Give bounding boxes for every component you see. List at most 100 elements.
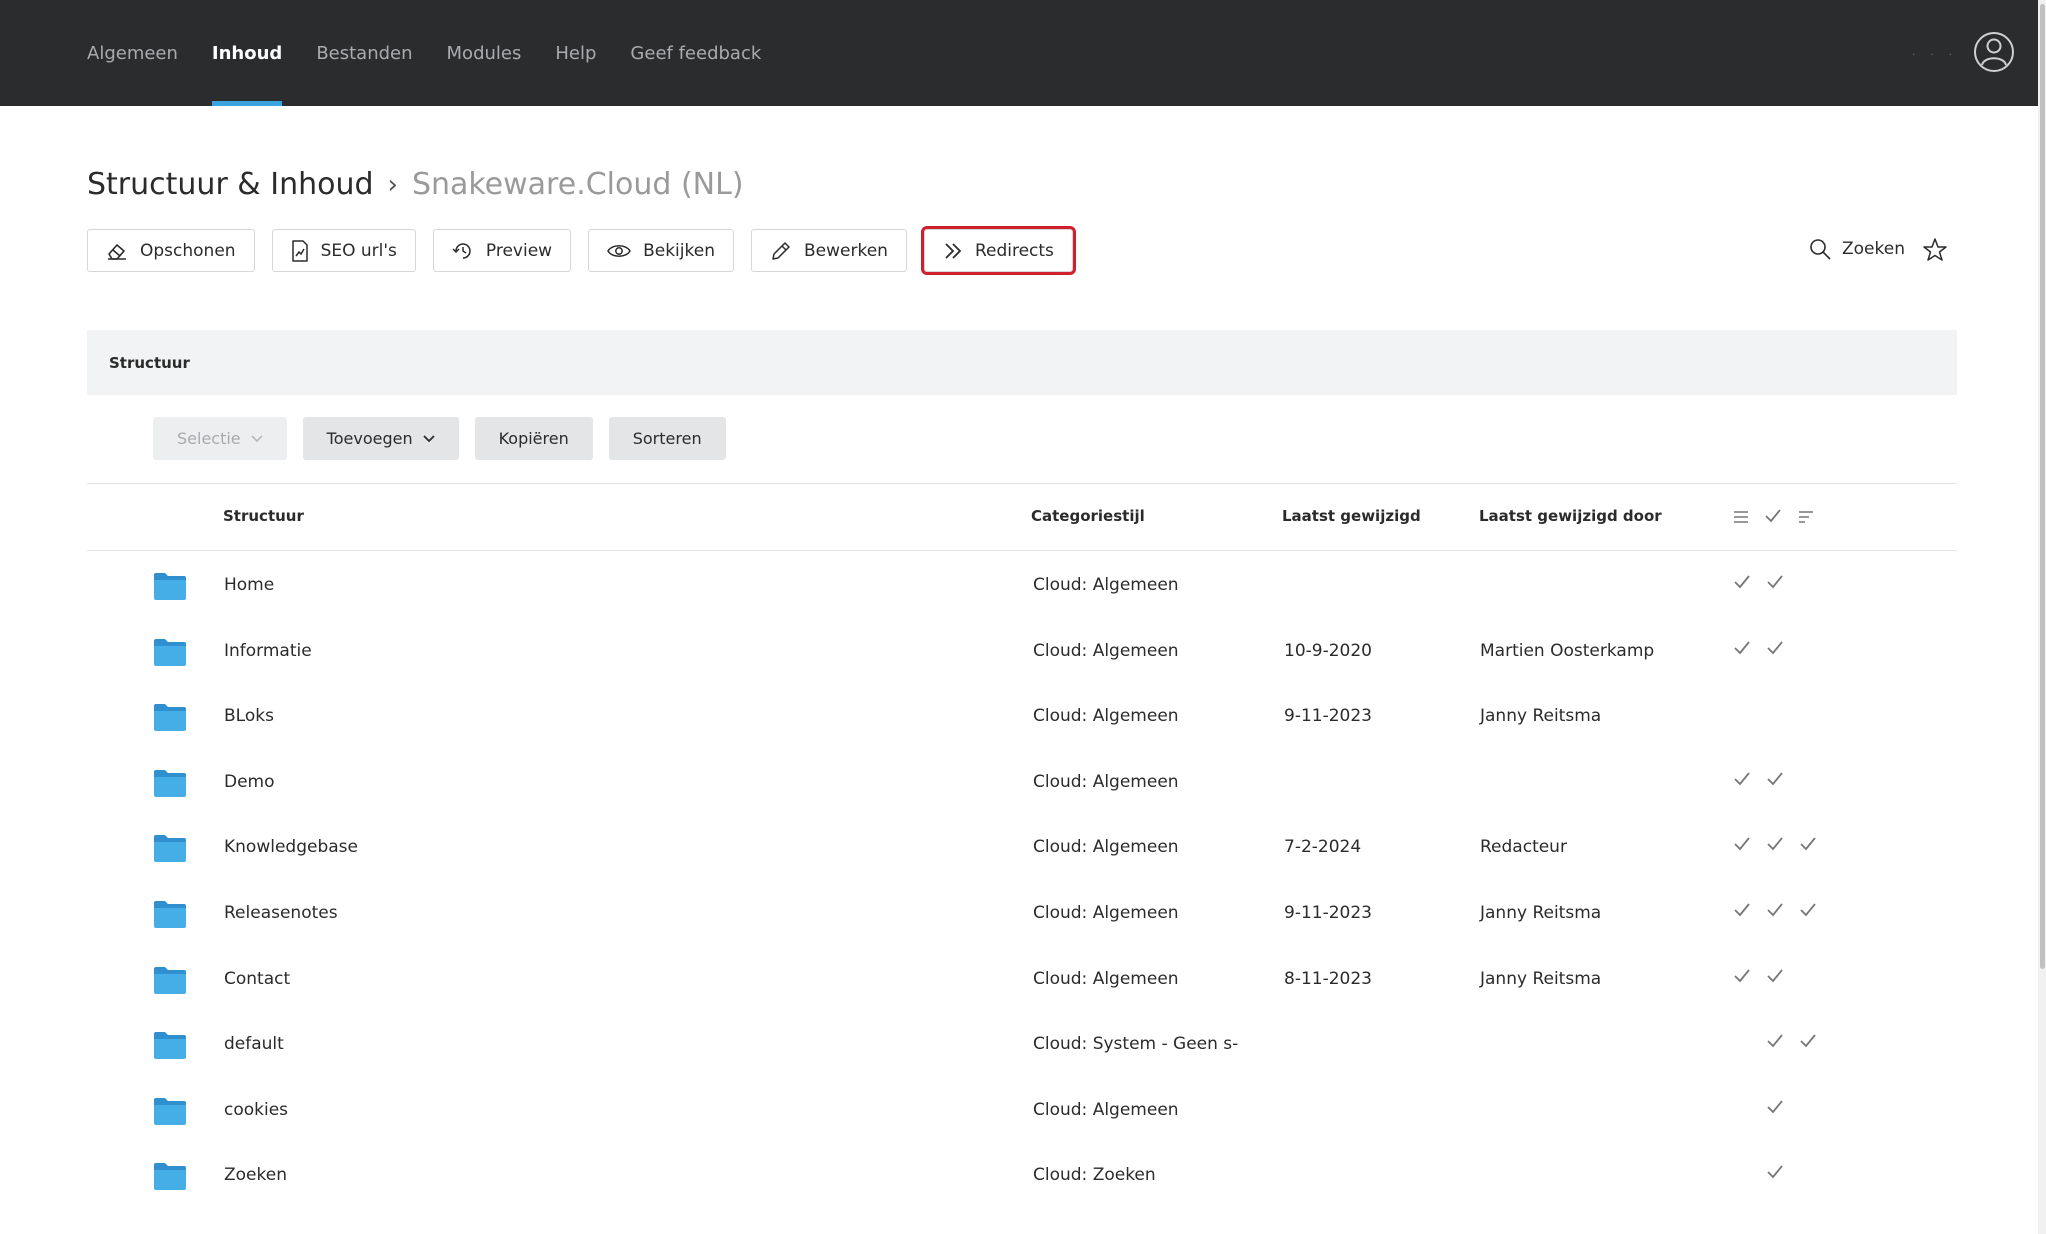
row-category-style: Cloud: Algemeen — [1033, 640, 1179, 661]
page-scrollbar[interactable] — [2038, 0, 2046, 1234]
sorteren-label: Sorteren — [632, 429, 702, 448]
search-button[interactable]: Zoeken — [1808, 237, 1905, 261]
page-title-main: Structuur & Inhoud — [87, 167, 374, 202]
row-name[interactable]: Demo — [224, 749, 275, 815]
row-category-style: Cloud: Algemeen — [1033, 771, 1179, 792]
nav-item-geef-feedback[interactable]: Geef feedback — [630, 0, 761, 106]
row-name[interactable]: Home — [224, 552, 274, 618]
row-category-style: Cloud: Zoeken — [1033, 1165, 1156, 1186]
structure-actions: Selectie Toevoegen Kopiëren Sorteren — [153, 417, 742, 460]
row-name[interactable]: default — [224, 1011, 284, 1077]
table-row[interactable]: cookies Cloud: Algemeen — [87, 1077, 1957, 1143]
bewerken-button[interactable]: Bewerken — [750, 229, 907, 272]
row-last-modified: 9-11-2023 — [1284, 903, 1372, 923]
toevoegen-dropdown[interactable]: Toevoegen — [302, 417, 459, 460]
pencil-icon — [772, 241, 790, 260]
double-chevron-right-icon — [945, 242, 962, 259]
preview-button[interactable]: Preview — [432, 229, 572, 272]
eraser-icon — [108, 243, 126, 260]
table-row[interactable]: BLoks Cloud: Algemeen 9-11-2023 Janny Reits… — [87, 683, 1957, 749]
check-icon — [1767, 1164, 1783, 1183]
divider — [87, 550, 1957, 551]
check-icon — [1767, 902, 1783, 921]
table-row[interactable]: default Cloud: System - Geen s- — [87, 1011, 1957, 1077]
nav-item-help[interactable]: Help — [555, 0, 596, 106]
row-name[interactable]: Zoeken — [224, 1142, 287, 1208]
check-icon — [1734, 902, 1750, 921]
row-category-style: Cloud: Algemeen — [1033, 903, 1179, 923]
column-header-categoriestijl[interactable]: Categoriestijl — [1031, 507, 1145, 525]
check-icon — [1734, 574, 1750, 593]
table-row[interactable]: Knowledgebase Cloud: Algemeen 7-2-2024 Reda… — [87, 814, 1957, 880]
bekijken-button[interactable]: Bekijken — [588, 229, 734, 272]
column-header-laatst-gewijzigd[interactable]: Laatst gewijzigd — [1282, 507, 1421, 525]
row-name[interactable]: Contact — [224, 946, 290, 1012]
row-category-style: Cloud: System - Geen s- — [1033, 1034, 1239, 1055]
table-row[interactable]: Releasenotes Cloud: Algemeen 9-11-2023 Jann… — [87, 880, 1957, 946]
table-row[interactable]: Demo Cloud: Algemeen — [87, 749, 1957, 815]
folder-icon — [153, 1096, 187, 1130]
row-name[interactable]: BLoks — [224, 683, 274, 749]
table-row[interactable]: Home Cloud: Algemeen — [87, 552, 1957, 618]
row-last-modified: 8-11-2023 — [1284, 968, 1372, 989]
user-avatar-icon[interactable] — [1972, 30, 2016, 74]
check-icon — [1767, 640, 1783, 659]
check-icon — [1767, 968, 1783, 987]
structure-panel-header: Structuur — [87, 330, 1957, 395]
check-icon — [1800, 1033, 1816, 1052]
star-icon[interactable] — [1922, 237, 1948, 267]
opschonen-button[interactable]: Opschonen — [87, 229, 255, 272]
folder-icon — [153, 899, 187, 933]
nav-item-bestanden[interactable]: Bestanden — [316, 0, 412, 106]
check-icon[interactable] — [1765, 509, 1781, 523]
nav-item-algemeen[interactable]: Algemeen — [87, 0, 178, 106]
row-category-style: Cloud: Algemeen — [1033, 837, 1179, 858]
check-icon — [1734, 968, 1750, 987]
row-last-modified-by: Martien Oosterkamp — [1480, 640, 1655, 661]
kopieren-label: Kopiëren — [498, 429, 569, 448]
search-label: Zoeken — [1842, 239, 1905, 259]
divider — [87, 483, 1957, 484]
row-name[interactable]: cookies — [224, 1077, 288, 1143]
row-last-modified-by: Janny Reitsma — [1480, 706, 1602, 727]
check-icon — [1767, 574, 1783, 593]
scrollbar-thumb[interactable] — [2040, 4, 2045, 969]
seo-urls-label: SEO url's — [320, 240, 397, 261]
folder-icon — [153, 1030, 187, 1064]
toevoegen-label: Toevoegen — [326, 429, 413, 448]
folder-icon — [153, 833, 187, 867]
redirects-button[interactable]: Redirects — [920, 226, 1076, 275]
selectie-label: Selectie — [177, 429, 241, 448]
page-title-site: Snakeware.Cloud (NL) — [411, 167, 744, 202]
row-category-style: Cloud: Algemeen — [1033, 575, 1179, 595]
row-last-modified-by: Redacteur — [1480, 837, 1567, 858]
table-row[interactable]: Informatie Cloud: Algemeen 10-9-2020 Martie… — [87, 618, 1957, 684]
table-row[interactable]: Zoeken Cloud: Zoeken — [87, 1142, 1957, 1208]
row-name[interactable]: Informatie — [224, 618, 312, 684]
row-category-style: Cloud: Algemeen — [1033, 706, 1179, 727]
table-row[interactable]: Contact Cloud: Algemeen 8-11-2023 Janny Rei… — [87, 946, 1957, 1012]
check-icon — [1800, 902, 1816, 921]
kopieren-button[interactable]: Kopiëren — [474, 417, 593, 460]
column-header-structuur[interactable]: Structuur — [223, 507, 304, 525]
row-name[interactable]: Releasenotes — [224, 880, 338, 946]
sorteren-button[interactable]: Sorteren — [608, 417, 726, 460]
structure-panel-title: Structuur — [109, 353, 190, 372]
check-icon — [1767, 1033, 1783, 1052]
opschonen-label: Opschonen — [140, 240, 236, 261]
row-name[interactable]: Knowledgebase — [224, 814, 358, 880]
check-icon — [1734, 836, 1750, 855]
main-nav: Algemeen Inhoud Bestanden Modules Help Geef f… — [87, 0, 795, 106]
folder-icon — [153, 1161, 187, 1195]
selectie-dropdown[interactable]: Selectie — [153, 417, 287, 460]
menu-lines-icon[interactable] — [1733, 510, 1749, 524]
row-category-style: Cloud: Algemeen — [1033, 1099, 1179, 1120]
column-header-laatst-gewijzigd-door[interactable]: Laatst gewijzigd door — [1479, 507, 1662, 525]
nav-item-modules[interactable]: Modules — [447, 0, 522, 106]
row-last-modified: 7-2-2024 — [1284, 837, 1362, 858]
nav-item-inhoud[interactable]: Inhoud — [211, 0, 283, 106]
bewerken-label: Bewerken — [803, 240, 888, 261]
seo-urls-button[interactable]: SEO url's — [271, 229, 416, 272]
top-navigation-bar: Algemeen Inhoud Bestanden Modules Help Geef f… — [0, 0, 2046, 106]
sort-lines-icon[interactable] — [1798, 510, 1814, 524]
